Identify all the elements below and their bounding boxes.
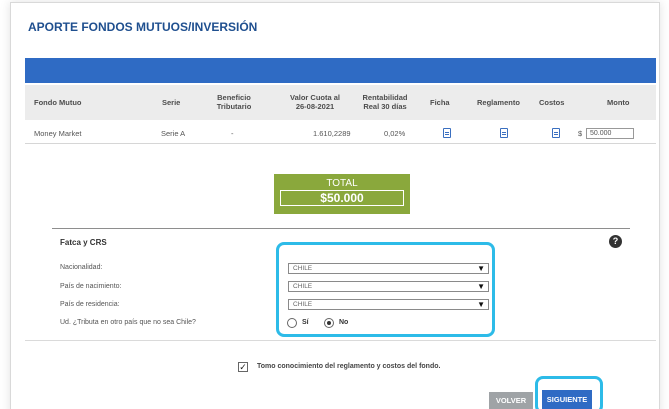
cell-serie: Serie A <box>161 129 186 138</box>
help-icon[interactable]: ? <box>609 235 622 248</box>
tributa-label: Ud. ¿Tributa en otro país que no sea Chi… <box>60 319 196 326</box>
col-beneficio: Beneficio Tributario <box>213 93 255 111</box>
col-valor-line1: Valor Cuota al <box>289 93 340 102</box>
cell-valor-cuota: 1.610,2289 <box>313 129 351 138</box>
section-divider <box>25 340 656 341</box>
fatca-highlight <box>276 242 495 337</box>
total-value: $50.000 <box>280 190 404 206</box>
costos-document-icon[interactable] <box>552 128 560 138</box>
reglamento-document-icon[interactable] <box>500 128 508 138</box>
table-row: Money Market Serie A - 1.610,2289 0,02% … <box>25 123 656 144</box>
col-serie: Serie <box>162 98 181 107</box>
cell-rentabilidad: 0,02% <box>384 129 406 138</box>
currency-symbol: $ <box>578 129 583 138</box>
pais-nacimiento-label: País de nacimiento: <box>60 283 122 290</box>
col-valor-cuota: Valor Cuota al 26-08-2021 <box>285 93 345 111</box>
volver-button[interactable]: VOLVER <box>489 392 533 409</box>
pais-residencia-label: País de residencia: <box>60 301 120 308</box>
nacionalidad-label: Nacionalidad: <box>60 264 103 271</box>
ficha-document-icon[interactable] <box>443 128 451 138</box>
table-header-band <box>25 58 656 83</box>
col-rentabilidad: Rentabilidad Real 30 días <box>357 93 413 111</box>
total-label: TOTAL <box>326 178 358 189</box>
cell-beneficio: - <box>231 129 234 138</box>
col-costos: Costos <box>539 98 565 107</box>
col-reglamento: Reglamento <box>477 98 520 107</box>
terms-text: Tomo conocimiento del reglamento y costo… <box>257 363 441 370</box>
col-rent-line2: Real 30 días <box>363 102 407 111</box>
terms-checkbox[interactable]: ✓ <box>238 362 248 372</box>
total-box: TOTAL $50.000 <box>274 174 410 214</box>
col-fondo: Fondo Mutuo <box>34 98 82 107</box>
fatca-divider <box>52 228 630 229</box>
page: APORTE FONDOS MUTUOS/INVERSIÓN Fondo Mut… <box>0 0 669 409</box>
col-ficha: Ficha <box>430 98 450 107</box>
cell-fondo: Money Market <box>34 129 82 138</box>
col-rent-line1: Rentabilidad <box>362 93 408 102</box>
table-header: Fondo Mutuo Serie Beneficio Tributario V… <box>25 85 656 120</box>
col-valor-line2: 26-08-2021 <box>295 102 335 111</box>
siguiente-highlight <box>535 376 603 409</box>
col-beneficio-line2: Tributario <box>216 102 252 111</box>
page-title: APORTE FONDOS MUTUOS/INVERSIÓN <box>28 20 258 34</box>
fatca-title: Fatca y CRS <box>60 238 107 247</box>
col-monto: Monto <box>607 98 630 107</box>
monto-input[interactable]: 50.000 <box>586 128 634 139</box>
col-beneficio-line1: Beneficio <box>217 93 251 102</box>
